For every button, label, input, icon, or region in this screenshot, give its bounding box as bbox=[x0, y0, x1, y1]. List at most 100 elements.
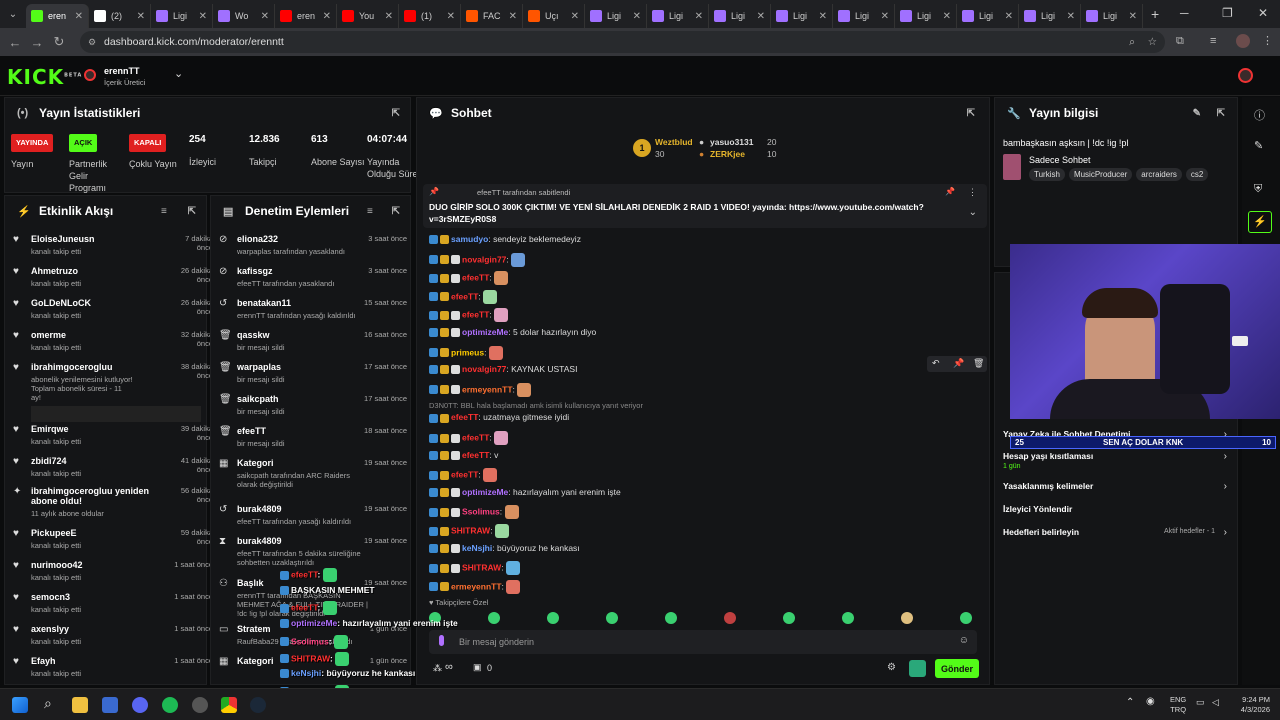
reading-list-icon[interactable]: ≡ bbox=[1210, 35, 1216, 47]
browser-tab[interactable]: (2) ✕ bbox=[89, 4, 151, 28]
tab-close-icon[interactable]: ✕ bbox=[1067, 11, 1075, 22]
activity-item[interactable]: ♥ axenslyy kanalı takip etti 1 saat önce bbox=[13, 624, 213, 646]
pin-message-icon[interactable]: 📌 bbox=[953, 358, 964, 369]
discord-icon[interactable] bbox=[132, 697, 148, 713]
moderation-setting-row[interactable]: Yasaklanmış kelimeler › bbox=[1003, 481, 1229, 499]
tab-close-icon[interactable]: ✕ bbox=[323, 11, 331, 22]
chat-message[interactable]: efeeTT: bbox=[429, 431, 509, 445]
chat-username[interactable]: efeeTT bbox=[462, 432, 489, 442]
chat-settings-icon[interactable]: ⚙ bbox=[887, 662, 896, 673]
tab-close-icon[interactable]: ✕ bbox=[757, 11, 765, 22]
tab-close-icon[interactable]: ✕ bbox=[881, 11, 889, 22]
moderation-setting-row[interactable]: Hedefleri belirleyin Aktif hedefler - 1 › bbox=[1003, 527, 1229, 545]
lightning-rail-icon[interactable]: ⚡ bbox=[1248, 211, 1272, 233]
stats-popout-icon[interactable]: ⇱ bbox=[392, 108, 400, 119]
quick-emote[interactable] bbox=[901, 612, 913, 624]
info-icon[interactable]: ⓘ bbox=[1254, 107, 1265, 123]
quick-emote[interactable] bbox=[842, 612, 854, 624]
store-icon[interactable] bbox=[102, 697, 118, 713]
moderation-item[interactable]: ⊘ eliona232 warpaplas tarafından yasakland… bbox=[219, 234, 407, 256]
moderation-item[interactable]: ⊘ kafissgz efeeTT tarafından yasaklandı 3 s… bbox=[219, 266, 407, 288]
clock-time[interactable]: 9:24 PM bbox=[1230, 695, 1270, 705]
chat-username[interactable]: efeeTT bbox=[451, 412, 478, 422]
minimize-icon[interactable]: ─ bbox=[1180, 6, 1189, 20]
tab-close-icon[interactable]: ✕ bbox=[633, 11, 641, 22]
tab-close-icon[interactable]: ✕ bbox=[385, 11, 393, 22]
stream-tag[interactable]: Turkish bbox=[1029, 168, 1065, 181]
channel-switch-chevron-icon[interactable]: ⌄ bbox=[174, 67, 183, 80]
activity-item[interactable]: ♥ zbidi724 kanalı takip etti 41 dakika önce bbox=[13, 456, 213, 478]
chat-message[interactable]: efeeTT: bbox=[429, 289, 498, 304]
browser-tab[interactable]: Ligi ✕ bbox=[709, 4, 771, 28]
emote-bot-icon[interactable] bbox=[909, 660, 926, 677]
chat-message[interactable]: novalgin77: bbox=[429, 252, 526, 267]
chat-username[interactable]: primeus bbox=[451, 347, 484, 357]
top-gifter-2-name[interactable]: yasuo3131 bbox=[710, 137, 753, 147]
activity-item[interactable]: ♥ GoLDeNLoCK kanalı takip etti 26 dakika ön… bbox=[13, 298, 213, 320]
chat-input-box[interactable]: Bir mesaj gönderin ☺ bbox=[429, 630, 977, 654]
activity-filter-icon[interactable]: ≡ bbox=[161, 206, 167, 217]
activity-item[interactable]: ♥ Efayh kanalı takip etti 1 saat önce bbox=[13, 656, 213, 678]
activity-item[interactable]: ♥ nurimooo42 kanalı takip etti 1 saat önce bbox=[13, 560, 213, 582]
chat-username[interactable]: keNsjhi bbox=[462, 543, 492, 553]
activity-item[interactable]: ♥ Ahmetruzo kanalı takip etti 26 dakika önc… bbox=[13, 266, 213, 288]
moderation-item[interactable]: ↺ benatakan11 erennTT tarafından yasağı ka… bbox=[219, 298, 407, 320]
zoom-icon[interactable]: ⌕ bbox=[1129, 31, 1135, 53]
moderation-item[interactable]: 🗑 qasskw bir mesajı sildi 16 saat önce bbox=[219, 330, 407, 352]
browser-tab[interactable]: Uçı ✕ bbox=[523, 4, 585, 28]
browser-tab[interactable]: eren ✕ bbox=[275, 4, 337, 28]
quick-emote[interactable] bbox=[960, 612, 972, 624]
quick-emote[interactable] bbox=[488, 612, 500, 624]
activity-popout-icon[interactable]: ⇱ bbox=[188, 206, 196, 217]
moderation-item[interactable]: ⧗ burak4809 efeeTT tarafından 5 dakika sür… bbox=[219, 536, 407, 567]
tab-close-icon[interactable]: ✕ bbox=[695, 11, 703, 22]
moderation-setting-row[interactable]: İzleyici Yönlendir bbox=[1003, 504, 1229, 522]
tab-close-icon[interactable]: ✕ bbox=[571, 11, 579, 22]
chat-username[interactable]: efeeTT bbox=[462, 272, 489, 282]
edit-stream-icon[interactable]: ✎ bbox=[1193, 108, 1201, 119]
top-gifter-1-name[interactable]: Weztblud bbox=[655, 137, 693, 147]
tab-close-icon[interactable]: ✕ bbox=[199, 11, 207, 22]
browser-tab[interactable]: eren ✕ bbox=[26, 4, 89, 28]
chat-message[interactable]: efeeTT: bbox=[429, 468, 498, 483]
chat-username[interactable]: SHITRAW bbox=[451, 525, 490, 535]
send-button[interactable]: Gönder bbox=[935, 659, 979, 678]
search-icon[interactable]: ⌕ bbox=[44, 695, 52, 712]
tab-close-icon[interactable]: ✕ bbox=[1129, 11, 1137, 22]
chat-message[interactable]: samudyo: sendeyiz beklemedeyiz bbox=[429, 234, 581, 245]
pencil-icon[interactable]: ✎ bbox=[1254, 139, 1263, 152]
reload-icon[interactable]: ↻ bbox=[48, 34, 70, 50]
stream-tag[interactable]: arcraiders bbox=[1136, 168, 1182, 181]
moderation-item[interactable]: 🗑 warpaplas bir mesajı sildi 17 saat önce bbox=[219, 362, 407, 384]
activity-item[interactable]: ♥ ibrahimgocerogluu abonelik yenilemesini … bbox=[13, 362, 213, 422]
browser-tab[interactable]: Ligi ✕ bbox=[1081, 4, 1143, 28]
back-icon[interactable]: ← bbox=[4, 35, 26, 50]
browser-tab[interactable]: Wo ✕ bbox=[213, 4, 275, 28]
chrome-icon[interactable] bbox=[221, 697, 237, 713]
moderation-item[interactable]: 🗑 saikcpath bir mesajı sildi 17 saat önce bbox=[219, 394, 407, 416]
browser-tab[interactable]: Ligi ✕ bbox=[151, 4, 213, 28]
close-window-icon[interactable]: ✕ bbox=[1258, 6, 1268, 20]
language-secondary[interactable]: TRQ bbox=[1170, 705, 1186, 715]
tab-close-icon[interactable]: ✕ bbox=[447, 11, 455, 22]
chat-message[interactable]: optimizeMe: hazırlayalım yani erenim işt… bbox=[429, 487, 621, 498]
stream-category[interactable]: Sadece Sohbet bbox=[1029, 155, 1091, 165]
browser-tab[interactable]: (1) ✕ bbox=[399, 4, 461, 28]
chat-message[interactable]: efeeTT: bbox=[429, 271, 509, 286]
profile-avatar[interactable] bbox=[1236, 34, 1250, 48]
emoji-picker-icon[interactable]: ☺ bbox=[959, 635, 969, 646]
file-explorer-icon[interactable] bbox=[72, 697, 88, 713]
quick-emote[interactable] bbox=[724, 612, 736, 624]
delete-message-icon[interactable]: 🗑 bbox=[973, 358, 984, 369]
forward-icon[interactable]: → bbox=[26, 35, 48, 50]
chat-username[interactable]: optimizeMe bbox=[462, 327, 508, 337]
bookmark-star-icon[interactable]: ☆ bbox=[1148, 31, 1157, 53]
chat-username[interactable]: novalgin77 bbox=[462, 254, 506, 264]
stream-tag[interactable]: cs2 bbox=[1185, 168, 1209, 181]
quick-emote[interactable] bbox=[665, 612, 677, 624]
activity-item[interactable]: ♥ omerme kanalı takip etti 32 dakika önce bbox=[13, 330, 213, 352]
channel-avatar[interactable] bbox=[84, 69, 96, 81]
tab-close-icon[interactable]: ✕ bbox=[261, 11, 269, 22]
spotify-icon[interactable] bbox=[162, 697, 178, 713]
browser-tab[interactable]: Ligi ✕ bbox=[647, 4, 709, 28]
